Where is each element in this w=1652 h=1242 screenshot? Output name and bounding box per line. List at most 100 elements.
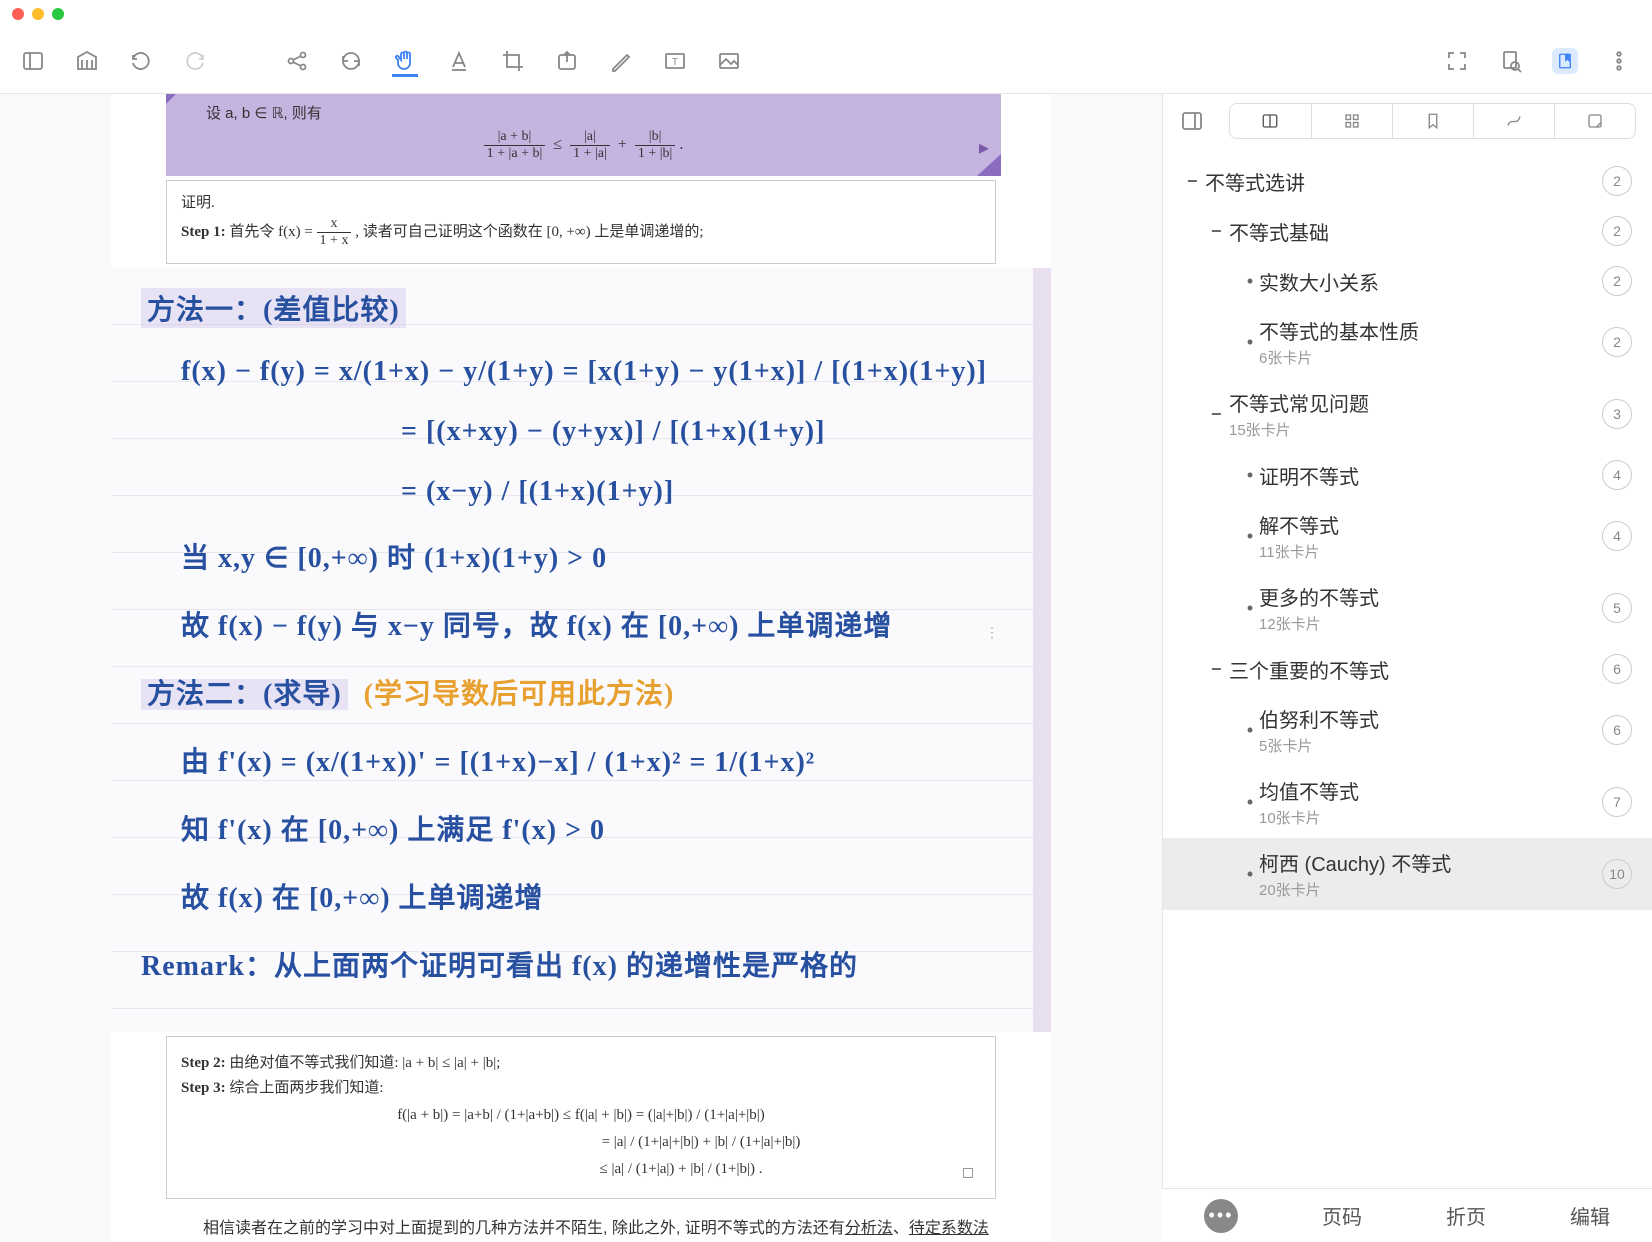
outline-item[interactable]: •不等式的基本性质6张卡片2 — [1163, 306, 1652, 378]
outline-item[interactable]: •解不等式11张卡片4 — [1163, 500, 1652, 572]
outline-label: 柯西 (Cauchy) 不等式20张卡片 — [1259, 848, 1602, 900]
bullet-icon: • — [1241, 720, 1259, 741]
collapse-icon[interactable]: − — [1211, 404, 1229, 425]
bullet-icon: • — [1241, 792, 1259, 813]
note-line: = [(x+xy) − (y+yx)] / [(1+x)(1+y)] — [401, 416, 1021, 448]
page-badge: 2 — [1602, 216, 1632, 246]
note-method-1: 方法一：(差值比较) — [141, 288, 406, 328]
search-page-icon[interactable] — [1498, 48, 1524, 74]
window-titlebar — [0, 0, 1652, 28]
outline-item[interactable]: •均值不等式10张卡片7 — [1163, 766, 1652, 838]
sidebar-view-tabs — [1229, 103, 1636, 139]
minimize-window-button[interactable] — [32, 8, 44, 20]
crop-icon[interactable] — [500, 48, 526, 74]
note-line: 故 f(x) − f(y) 与 x−y 同号，故 f(x) 在 [0,+∞) 上… — [181, 604, 1021, 644]
document-pane[interactable]: 设 a, b ∈ ℝ, 则有 |a + b|1 + |a + b| ≤ |a|1… — [0, 94, 1162, 1242]
outline-list: −不等式选讲2−不等式基础2•实数大小关系2•不等式的基本性质6张卡片2−不等式… — [1163, 148, 1652, 1242]
page-badge: 6 — [1602, 654, 1632, 684]
text-box-icon[interactable]: T — [662, 48, 688, 74]
outline-sublabel: 12张卡片 — [1259, 613, 1602, 634]
page-badge: 2 — [1602, 166, 1632, 196]
export-icon[interactable] — [554, 48, 580, 74]
close-window-button[interactable] — [12, 8, 24, 20]
view-tab-grid[interactable] — [1311, 104, 1392, 138]
page-badge: 2 — [1602, 327, 1632, 357]
outline-label: 不等式基础 — [1229, 217, 1602, 246]
hand-tool-icon[interactable] — [392, 51, 418, 77]
panel-collapse-icon[interactable] — [1179, 108, 1205, 134]
theorem-premise: 设 a, b ∈ ℝ, 则有 — [206, 102, 981, 123]
outline-item[interactable]: •实数大小关系2 — [1163, 256, 1652, 306]
theorem-formula: |a + b|1 + |a + b| ≤ |a|1 + |a| + |b|1 +… — [186, 129, 981, 162]
collapse-icon[interactable]: − — [1187, 171, 1205, 192]
page-number-button[interactable]: 页码 — [1322, 1201, 1362, 1230]
outline-label: 均值不等式10张卡片 — [1259, 776, 1602, 828]
outline-label: 不等式选讲 — [1205, 167, 1602, 196]
fit-screen-icon[interactable] — [1444, 48, 1470, 74]
page-badge: 2 — [1602, 266, 1632, 296]
text-style-icon[interactable] — [446, 48, 472, 74]
sidebar-toggle-icon[interactable] — [20, 48, 46, 74]
handwritten-notes: 方法一：(差值比较) f(x) − f(y) = x/(1+x) − y/(1+… — [111, 268, 1051, 1032]
outline-sidebar: −不等式选讲2−不等式基础2•实数大小关系2•不等式的基本性质6张卡片2−不等式… — [1162, 94, 1652, 1242]
note-line: 故 f(x) 在 [0,+∞) 上单调递增 — [181, 876, 1021, 916]
bullet-icon: • — [1241, 526, 1259, 547]
bullet-icon: • — [1241, 465, 1259, 486]
proof-formula: f(|a + b|) = |a+b| / (1+|a+b|) ≤ f(|a| +… — [181, 1107, 981, 1124]
outline-item[interactable]: •柯西 (Cauchy) 不等式20张卡片10 — [1163, 838, 1652, 910]
pen-icon[interactable] — [608, 48, 634, 74]
page-badge: 3 — [1602, 399, 1632, 429]
view-tab-note[interactable] — [1554, 104, 1635, 138]
outline-sublabel: 15张卡片 — [1229, 419, 1602, 440]
bullet-icon: • — [1241, 864, 1259, 885]
outline-label: 三个重要的不等式 — [1229, 655, 1602, 684]
outline-item[interactable]: −不等式基础2 — [1163, 206, 1652, 256]
undo-icon[interactable] — [128, 48, 154, 74]
page-badge: 6 — [1602, 715, 1632, 745]
outline-item[interactable]: −不等式选讲2 — [1163, 156, 1652, 206]
svg-text:T: T — [672, 57, 678, 68]
outline-sublabel: 11张卡片 — [1259, 541, 1602, 562]
proof-title: 证明. — [181, 191, 981, 212]
bullet-icon: • — [1241, 271, 1259, 292]
outline-sublabel: 5张卡片 — [1259, 735, 1602, 756]
sidebar-bottom-bar: ••• 页码 折页 编辑 — [1162, 1188, 1652, 1242]
view-tab-outline[interactable] — [1230, 104, 1311, 138]
share-icon[interactable] — [284, 48, 310, 74]
proof-formula: = |a| / (1+|a|+|b|) + |b| / (1+|a|+|b|) — [181, 1134, 981, 1151]
redo-icon[interactable] — [182, 48, 208, 74]
note-remark: Remark：从上面两个证明可看出 f(x) 的递增性是严格的 — [141, 944, 1021, 984]
collapse-icon[interactable]: − — [1211, 221, 1229, 242]
outline-item[interactable]: •证明不等式4 — [1163, 450, 1652, 500]
page-badge: 7 — [1602, 787, 1632, 817]
sync-icon[interactable] — [338, 48, 364, 74]
page-badge: 4 — [1602, 460, 1632, 490]
image-icon[interactable] — [716, 48, 742, 74]
edit-button[interactable]: 编辑 — [1570, 1201, 1610, 1230]
outline-item[interactable]: −不等式常见问题15张卡片3 — [1163, 378, 1652, 450]
bookmark-panel-icon[interactable] — [1552, 48, 1578, 74]
fullscreen-window-button[interactable] — [52, 8, 64, 20]
outline-sublabel: 20张卡片 — [1259, 879, 1602, 900]
library-icon[interactable] — [74, 48, 100, 74]
main-toolbar: T — [0, 28, 1652, 94]
view-tab-bookmark[interactable] — [1392, 104, 1473, 138]
collapse-icon[interactable]: − — [1211, 659, 1229, 680]
note-options-icon[interactable]: ⋮ — [985, 624, 997, 641]
outline-label: 证明不等式 — [1259, 461, 1602, 490]
note-line: 由 f'(x) = (x/(1+x))' = [(1+x)−x] / (1+x)… — [181, 740, 1021, 780]
note-method-2: 方法二：(求导) (学习导数后可用此方法) — [141, 672, 1021, 712]
outline-item[interactable]: •更多的不等式12张卡片5 — [1163, 572, 1652, 644]
proof-box-1: 证明. Step 1: 首先令 f(x) = x1 + x , 读者可自己证明这… — [166, 180, 996, 264]
outline-item[interactable]: •伯努利不等式5张卡片6 — [1163, 694, 1652, 766]
proof-box-2: Step 2: 由绝对值不等式我们知道: |a + b| ≤ |a| + |b|… — [166, 1036, 996, 1199]
more-menu-icon[interactable] — [1606, 48, 1632, 74]
more-actions-button[interactable]: ••• — [1204, 1199, 1238, 1233]
proof-formula: ≤ |a| / (1+|a|) + |b| / (1+|b|) . — [181, 1161, 981, 1178]
fold-page-button[interactable]: 折页 — [1446, 1201, 1486, 1230]
view-tab-path[interactable] — [1473, 104, 1554, 138]
outline-item[interactable]: −三个重要的不等式6 — [1163, 644, 1652, 694]
theorem-box: 设 a, b ∈ ℝ, 则有 |a + b|1 + |a + b| ≤ |a|1… — [166, 94, 1001, 176]
proof-step-1: Step 1: 首先令 f(x) = x1 + x , 读者可自己证明这个函数在… — [181, 216, 981, 249]
outline-label: 更多的不等式12张卡片 — [1259, 582, 1602, 634]
